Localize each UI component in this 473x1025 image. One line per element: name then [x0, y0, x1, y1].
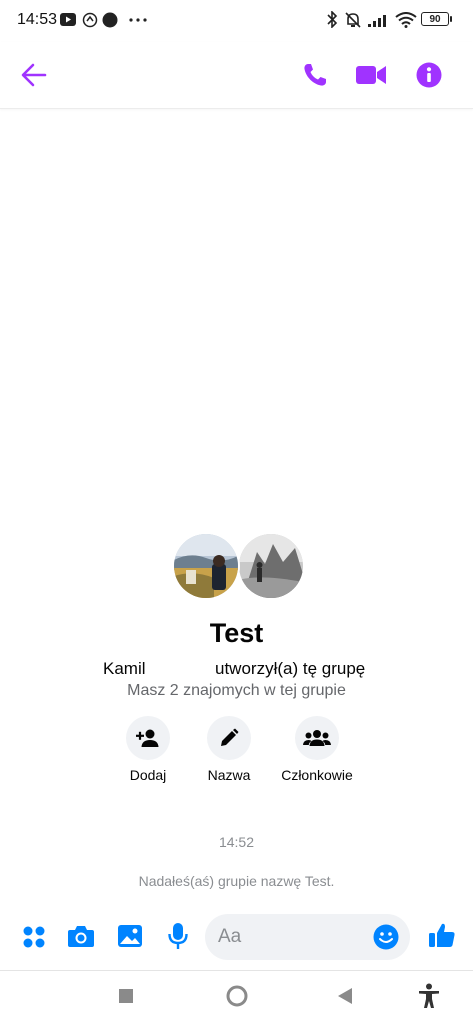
triangle-back-icon[interactable] — [337, 987, 353, 1005]
back-arrow-icon[interactable] — [21, 62, 47, 88]
battery-icon: 90 — [421, 12, 452, 26]
system-message: Nadałeś(aś) grupie nazwę Test. — [138, 873, 335, 889]
status-bar: 14:53 90 — [0, 0, 473, 40]
pencil-icon — [207, 716, 251, 760]
add-person-icon — [126, 716, 170, 760]
circle-home-icon[interactable] — [226, 985, 248, 1007]
emoji-icon[interactable] — [373, 924, 399, 950]
mic-icon[interactable] — [168, 922, 188, 950]
wifi-icon — [395, 12, 417, 28]
group-name: Test — [209, 618, 264, 648]
members-button[interactable]: Członkowie — [257, 716, 377, 783]
sync-icon — [82, 12, 98, 28]
mute-icon — [345, 12, 361, 28]
record-icon — [102, 12, 118, 28]
system-nav-bar — [0, 970, 473, 1025]
like-icon[interactable] — [428, 921, 456, 949]
mutual-friends-text: Masz 2 znajomych w tej grupie — [127, 682, 346, 699]
status-time: 14:53 — [17, 11, 58, 28]
apps-grid-icon[interactable] — [22, 925, 46, 949]
phone-icon[interactable] — [302, 62, 328, 88]
signal-icon — [368, 15, 386, 27]
message-placeholder: Aa — [218, 926, 242, 947]
members-label: Członkowie — [281, 767, 353, 783]
camera-icon[interactable] — [67, 924, 95, 948]
accessibility-icon[interactable] — [418, 983, 440, 1009]
people-icon — [295, 716, 339, 760]
youtube-icon — [60, 13, 76, 26]
creator-name[interactable]: Kamil — [103, 659, 146, 679]
bluetooth-icon — [327, 11, 338, 28]
video-icon[interactable] — [356, 64, 387, 86]
member-avatar-1 — [172, 532, 240, 600]
square-recents-icon[interactable] — [118, 988, 134, 1004]
created-group-text: utworzył(a) tę grupę — [215, 659, 366, 678]
message-timestamp: 14:52 — [218, 834, 255, 850]
info-icon[interactable] — [416, 62, 442, 88]
image-icon[interactable] — [117, 924, 143, 948]
more-dots-icon — [129, 18, 147, 22]
member-avatar-2 — [237, 532, 305, 600]
app-bar — [0, 42, 473, 109]
